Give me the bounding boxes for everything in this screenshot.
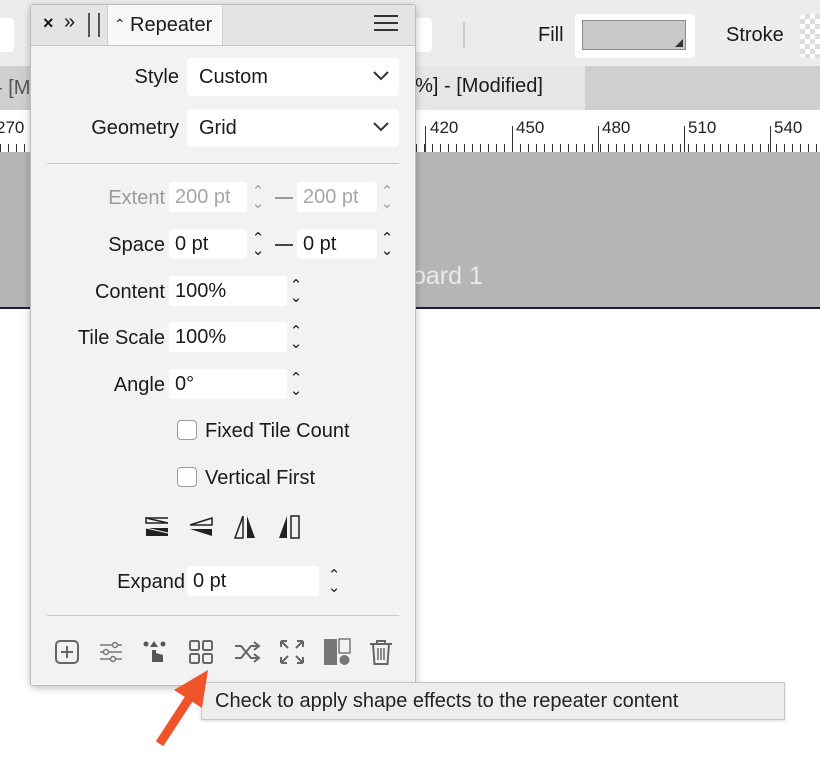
ruler-major-tick	[512, 126, 513, 152]
extent-width-field[interactable]: 200 pt	[169, 182, 247, 212]
panel-header: × » ⌃ Repeater	[31, 5, 415, 46]
extent-label: Extent	[108, 187, 165, 209]
stroke-swatch-button[interactable]	[800, 14, 820, 58]
trash-icon[interactable]	[367, 638, 395, 666]
expand-value: 0 pt	[193, 570, 227, 592]
link-dash	[275, 244, 293, 246]
space-horizontal-value: 0 pt	[175, 233, 209, 255]
panel-menu-icon[interactable]	[374, 15, 398, 35]
vertical-first-checkbox[interactable]	[177, 467, 197, 487]
tab-collapse-icon[interactable]: ⌃	[114, 16, 126, 33]
grip-handle-icon[interactable]	[88, 13, 100, 37]
space-horizontal-field[interactable]: 0 pt	[169, 229, 247, 259]
ruler-label: 540	[774, 118, 803, 137]
stroke-label: Stroke	[726, 24, 784, 46]
stepper-icon[interactable]: ⌃ ⌄	[289, 324, 303, 351]
fill-swatch-button[interactable]	[575, 14, 695, 58]
expand-panel-icon[interactable]: »	[64, 11, 75, 34]
sliders-icon[interactable]	[97, 638, 125, 666]
flip-bottom-icon[interactable]	[188, 514, 214, 540]
ruler-major-tick	[598, 126, 599, 152]
ruler-major-tick	[770, 126, 771, 152]
stepper-icon[interactable]: ⌃ ⌄	[327, 568, 341, 595]
style-label: Style	[134, 66, 179, 88]
layout-icon[interactable]	[323, 638, 351, 666]
flip-right-icon[interactable]	[276, 514, 302, 540]
link-dash	[275, 197, 293, 199]
select-tile-icon[interactable]	[141, 638, 169, 666]
space-label: Space	[108, 234, 165, 256]
divider	[47, 163, 399, 164]
ruler-label: 270	[0, 118, 25, 137]
extent-height-value: 200 pt	[303, 186, 359, 208]
fill-color-swatch	[582, 20, 686, 50]
fill-label: Fill	[538, 24, 564, 46]
geometry-label: Geometry	[91, 117, 179, 139]
tile-scale-value: 100%	[175, 326, 227, 348]
toolbar-separator	[463, 22, 465, 48]
close-icon[interactable]: ×	[43, 13, 54, 34]
shape-effects-grid-icon[interactable]	[187, 638, 215, 666]
stepper-icon[interactable]: ⌃ ⌄	[251, 231, 265, 258]
space-vertical-field[interactable]: 0 pt	[297, 229, 377, 259]
tooltip: Check to apply shape effects to the repe…	[201, 682, 785, 720]
tile-scale-label: Tile Scale	[77, 327, 165, 349]
ruler-label: 510	[688, 118, 717, 137]
tile-scale-field[interactable]: 100%	[169, 322, 287, 352]
flip-left-icon[interactable]	[232, 514, 258, 540]
chevron-down-icon	[373, 122, 389, 132]
expand-field[interactable]: 0 pt	[187, 566, 319, 596]
style-value: Custom	[199, 66, 268, 88]
stepper-icon[interactable]: ⌃ ⌄	[251, 184, 265, 211]
toolbar-field-left[interactable]	[0, 18, 14, 52]
document-tab-active[interactable]: 9%] - [Modified]	[400, 66, 585, 110]
geometry-dropdown[interactable]: Grid	[187, 109, 399, 147]
add-icon[interactable]	[53, 638, 81, 666]
chevron-down-icon	[373, 71, 389, 81]
fixed-tile-count-label[interactable]: Fixed Tile Count	[205, 420, 350, 443]
angle-field[interactable]: 0°	[169, 369, 287, 399]
angle-label: Angle	[113, 374, 165, 396]
tab-repeater-label: Repeater	[130, 14, 213, 36]
ruler-label: 480	[602, 118, 631, 137]
extent-height-field[interactable]: 200 pt	[297, 182, 377, 212]
ruler-major-tick	[684, 126, 685, 152]
angle-value: 0°	[175, 373, 195, 395]
fixed-tile-count-checkbox[interactable]	[177, 420, 197, 440]
stepper-icon[interactable]: ⌃ ⌄	[380, 231, 394, 258]
tab-repeater[interactable]: ⌃ Repeater	[107, 5, 223, 45]
extent-width-value: 200 pt	[175, 186, 231, 208]
stepper-icon[interactable]: ⌃ ⌄	[380, 184, 394, 211]
ruler-label: 450	[516, 118, 545, 137]
repeater-panel: × » ⌃ Repeater Style Custom Geometry Gri…	[30, 4, 416, 686]
style-dropdown[interactable]: Custom	[187, 58, 399, 96]
ruler-label: 420	[430, 118, 459, 137]
stepper-icon[interactable]: ⌃ ⌄	[289, 371, 303, 398]
content-value: 100%	[175, 280, 227, 302]
fill-corner-indicator	[675, 39, 683, 47]
artboard-label: oard 1	[412, 262, 483, 290]
content-field[interactable]: 100%	[169, 276, 287, 306]
flip-top-icon[interactable]	[144, 514, 170, 540]
shuffle-icon[interactable]	[233, 638, 261, 666]
stepper-icon[interactable]: ⌃ ⌄	[289, 278, 303, 305]
content-label: Content	[94, 281, 165, 303]
divider	[47, 615, 399, 616]
expand-label: Expand	[117, 571, 185, 593]
expand-arrows-icon[interactable]	[278, 638, 306, 666]
space-vertical-value: 0 pt	[303, 233, 337, 255]
geometry-value: Grid	[199, 117, 237, 139]
ruler-major-tick	[425, 126, 426, 152]
vertical-first-label[interactable]: Vertical First	[205, 467, 315, 490]
annotation-arrow-icon	[155, 670, 208, 747]
